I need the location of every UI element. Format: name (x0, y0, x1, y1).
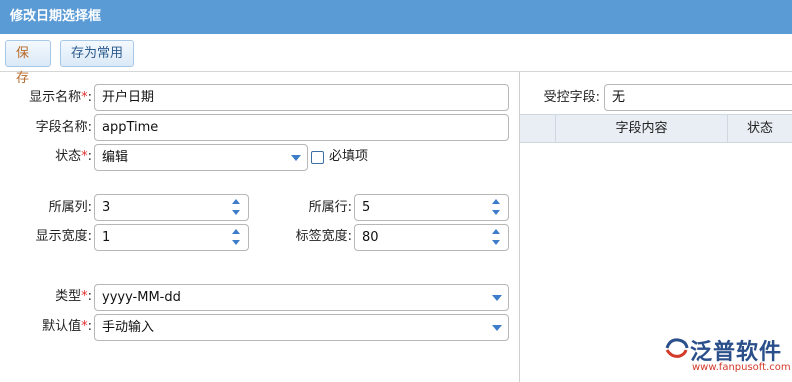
display-width-stepper[interactable]: 1 (94, 224, 249, 251)
status-select[interactable]: 编辑 (94, 144, 308, 171)
label-colon: : (347, 229, 352, 244)
field-name-label-text: 字段名称 (35, 120, 88, 135)
spin-up-icon[interactable] (232, 199, 240, 204)
type-label-text: 类型 (55, 289, 82, 304)
label-width-label: 标签宽度: (270, 224, 352, 250)
label-colon: : (87, 90, 92, 105)
type-value: yyyy-MM-dd (102, 290, 181, 305)
required-checkbox[interactable] (311, 151, 324, 164)
label-width-label-text: 标签宽度 (295, 229, 348, 244)
label-colon: : (347, 200, 352, 215)
status-value: 编辑 (102, 150, 129, 165)
field-name-value: appTime (102, 120, 159, 135)
spin-down-icon[interactable] (492, 210, 500, 215)
display-width-label: 显示宽度: (10, 224, 92, 250)
label-colon: : (87, 200, 92, 215)
spin-down-icon[interactable] (232, 240, 240, 245)
brand-logo: 泛普软件 www.fanpusoft.com (662, 334, 792, 382)
spinner-icon[interactable] (232, 228, 242, 248)
default-value-value: 手动输入 (102, 320, 155, 335)
label-width-value: 80 (362, 230, 379, 245)
save-button[interactable]: 保存 (5, 40, 51, 86)
toolbar: 保存 存为常用 (0, 34, 792, 86)
spin-down-icon[interactable] (232, 210, 240, 215)
label-colon: : (87, 120, 92, 135)
chevron-down-icon (291, 155, 301, 161)
window-title: 修改日期选择框 (0, 0, 792, 34)
display-name-label: 显示名称*: (10, 85, 92, 111)
default-value-label-text: 默认值 (42, 319, 82, 334)
controlled-field-value: 无 (612, 90, 626, 105)
column-label-text: 所属列 (48, 200, 88, 215)
display-name-label-text: 显示名称 (29, 90, 82, 105)
field-name-label: 字段名称: (10, 115, 92, 141)
spin-down-icon[interactable] (492, 240, 500, 245)
column-header-content[interactable]: 字段内容 (556, 115, 728, 143)
column-stepper[interactable]: 3 (94, 194, 249, 221)
row-stepper[interactable]: 5 (354, 194, 509, 221)
spin-up-icon[interactable] (492, 229, 500, 234)
spinner-icon[interactable] (492, 228, 502, 248)
default-value-label: 默认值*: (10, 314, 92, 340)
save-as-common-button[interactable]: 存为常用 (60, 40, 134, 67)
row-number-header (520, 115, 556, 143)
spinner-icon[interactable] (232, 198, 242, 218)
display-name-value: 开户日期 (102, 90, 155, 105)
column-value: 3 (102, 200, 111, 215)
label-width-stepper[interactable]: 80 (354, 224, 509, 251)
status-label: 状态*: (10, 144, 92, 170)
table-header: 字段内容 状态 (520, 115, 792, 143)
status-label-text: 状态 (55, 149, 82, 164)
required-checkbox-label: 必填项 (329, 149, 369, 164)
column-header-status[interactable]: 状态 (728, 115, 792, 143)
type-select[interactable]: yyyy-MM-dd (94, 284, 509, 311)
display-width-value: 1 (102, 230, 111, 245)
display-name-field[interactable]: 开户日期 (94, 84, 509, 111)
column-label: 所属列: (10, 195, 92, 221)
label-colon: : (87, 319, 92, 334)
display-width-label-text: 显示宽度 (35, 229, 88, 244)
row-value: 5 (362, 200, 371, 215)
row-label-text: 所属行 (308, 200, 348, 215)
label-colon: : (87, 289, 92, 304)
label-colon: : (87, 149, 92, 164)
spin-up-icon[interactable] (232, 229, 240, 234)
brand-url: www.fanpusoft.com (692, 362, 791, 373)
controlled-field-label: 受控字段: (543, 90, 600, 105)
field-name-field[interactable]: appTime (94, 114, 509, 141)
type-label: 类型*: (10, 284, 92, 310)
spin-up-icon[interactable] (492, 199, 500, 204)
row-label: 所属行: (270, 195, 352, 221)
default-value-select[interactable]: 手动输入 (94, 314, 509, 341)
chevron-down-icon (492, 295, 502, 301)
spinner-icon[interactable] (492, 198, 502, 218)
brand-mark-icon (665, 338, 689, 358)
label-colon: : (87, 229, 92, 244)
chevron-down-icon (492, 325, 502, 331)
controlled-field-input[interactable]: 无 (604, 84, 792, 111)
